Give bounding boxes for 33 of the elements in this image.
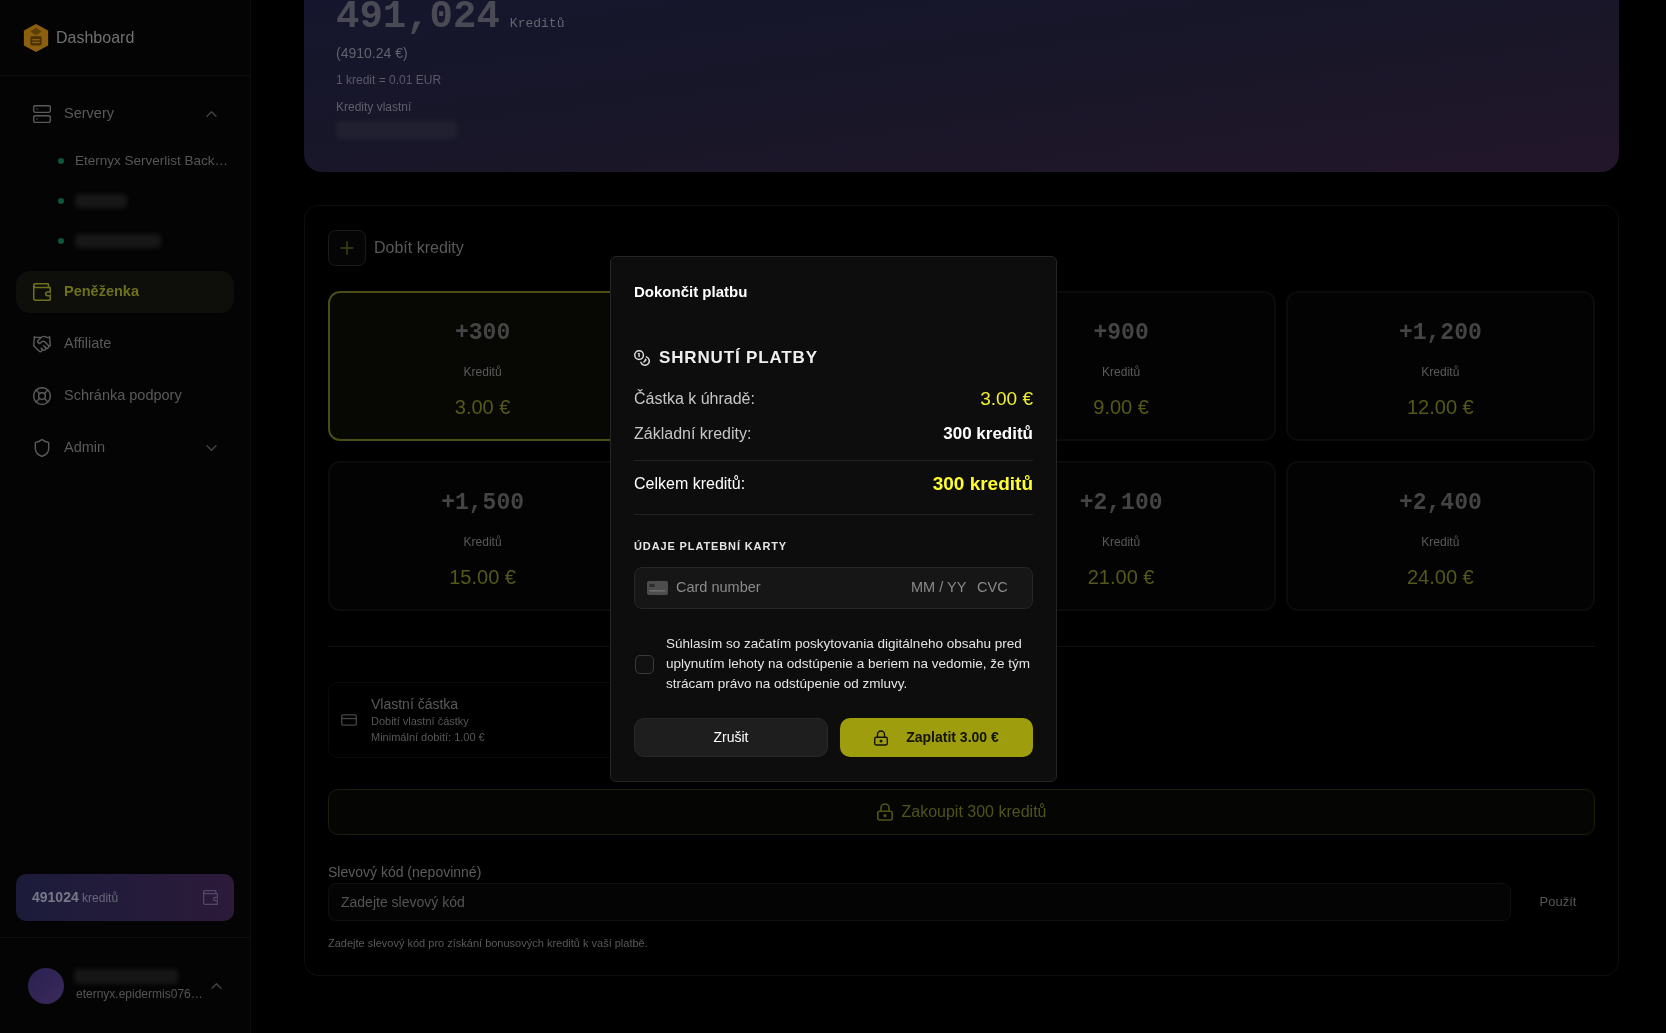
pack-price: 3.00 € (454, 395, 511, 420)
pack-price: 21.00 € (1087, 565, 1155, 590)
summary-title: SHRNUTÍ PLATBY (659, 347, 818, 369)
pack-price: 24.00 € (1407, 565, 1474, 590)
user-email: eternyx.epidermis076… (75, 986, 201, 1002)
pack-unit: Kreditů (463, 534, 502, 550)
pack-price: 12.00 € (1407, 395, 1474, 420)
pack-unit: Kreditů (463, 364, 502, 380)
owned-credits-label: Kredity vlastní (336, 99, 412, 115)
pack-credits: +2,100 (1079, 489, 1163, 518)
pack-credits: +1,200 (1398, 319, 1482, 348)
section-title: Dobít kredity (374, 238, 464, 258)
pack-credits: +300 (455, 319, 511, 348)
pack-unit: Kreditů (1102, 364, 1141, 380)
custom-amount-subtitle: Dobití vlastní částky (371, 714, 469, 729)
pack-unit: Kreditů (1421, 534, 1460, 550)
summary-value: 3.00 € (980, 386, 1033, 411)
balance-unit: Kreditů (509, 15, 565, 33)
brand-title: Dashboard (56, 27, 135, 48)
pack-unit: Kreditů (1421, 364, 1460, 380)
pack-credits: +1,500 (441, 489, 525, 518)
consent-text: Súhlasím so začatím poskytovania digitálneho obsahu pred uplynutím lehoty na odstúpenie a beriem na vedomie, že tým strácam právo na odstúpenie od zmluvy. (666, 635, 1031, 693)
pack-unit: Kreditů (1102, 534, 1141, 550)
pack-credits: +2,400 (1398, 489, 1482, 518)
euro-value: (4910.24 €) (336, 44, 408, 63)
pack-credits: +900 (1093, 319, 1149, 348)
discount-label: Slevový kód (nepovinné) (328, 863, 482, 881)
pack-price: 15.00 € (449, 565, 516, 590)
exchange-rate: 1 kredit = 0.01 EUR (336, 72, 442, 88)
pack-price: 9.00 € (1093, 395, 1149, 420)
custom-amount-minimum: Minimální dobití: 1.00 € (371, 730, 485, 745)
custom-amount-title: Vlastní částka (371, 695, 459, 713)
discount-hint: Zadejte slevový kód pro získání bonusových kreditů k vaší platbě. (328, 936, 648, 951)
